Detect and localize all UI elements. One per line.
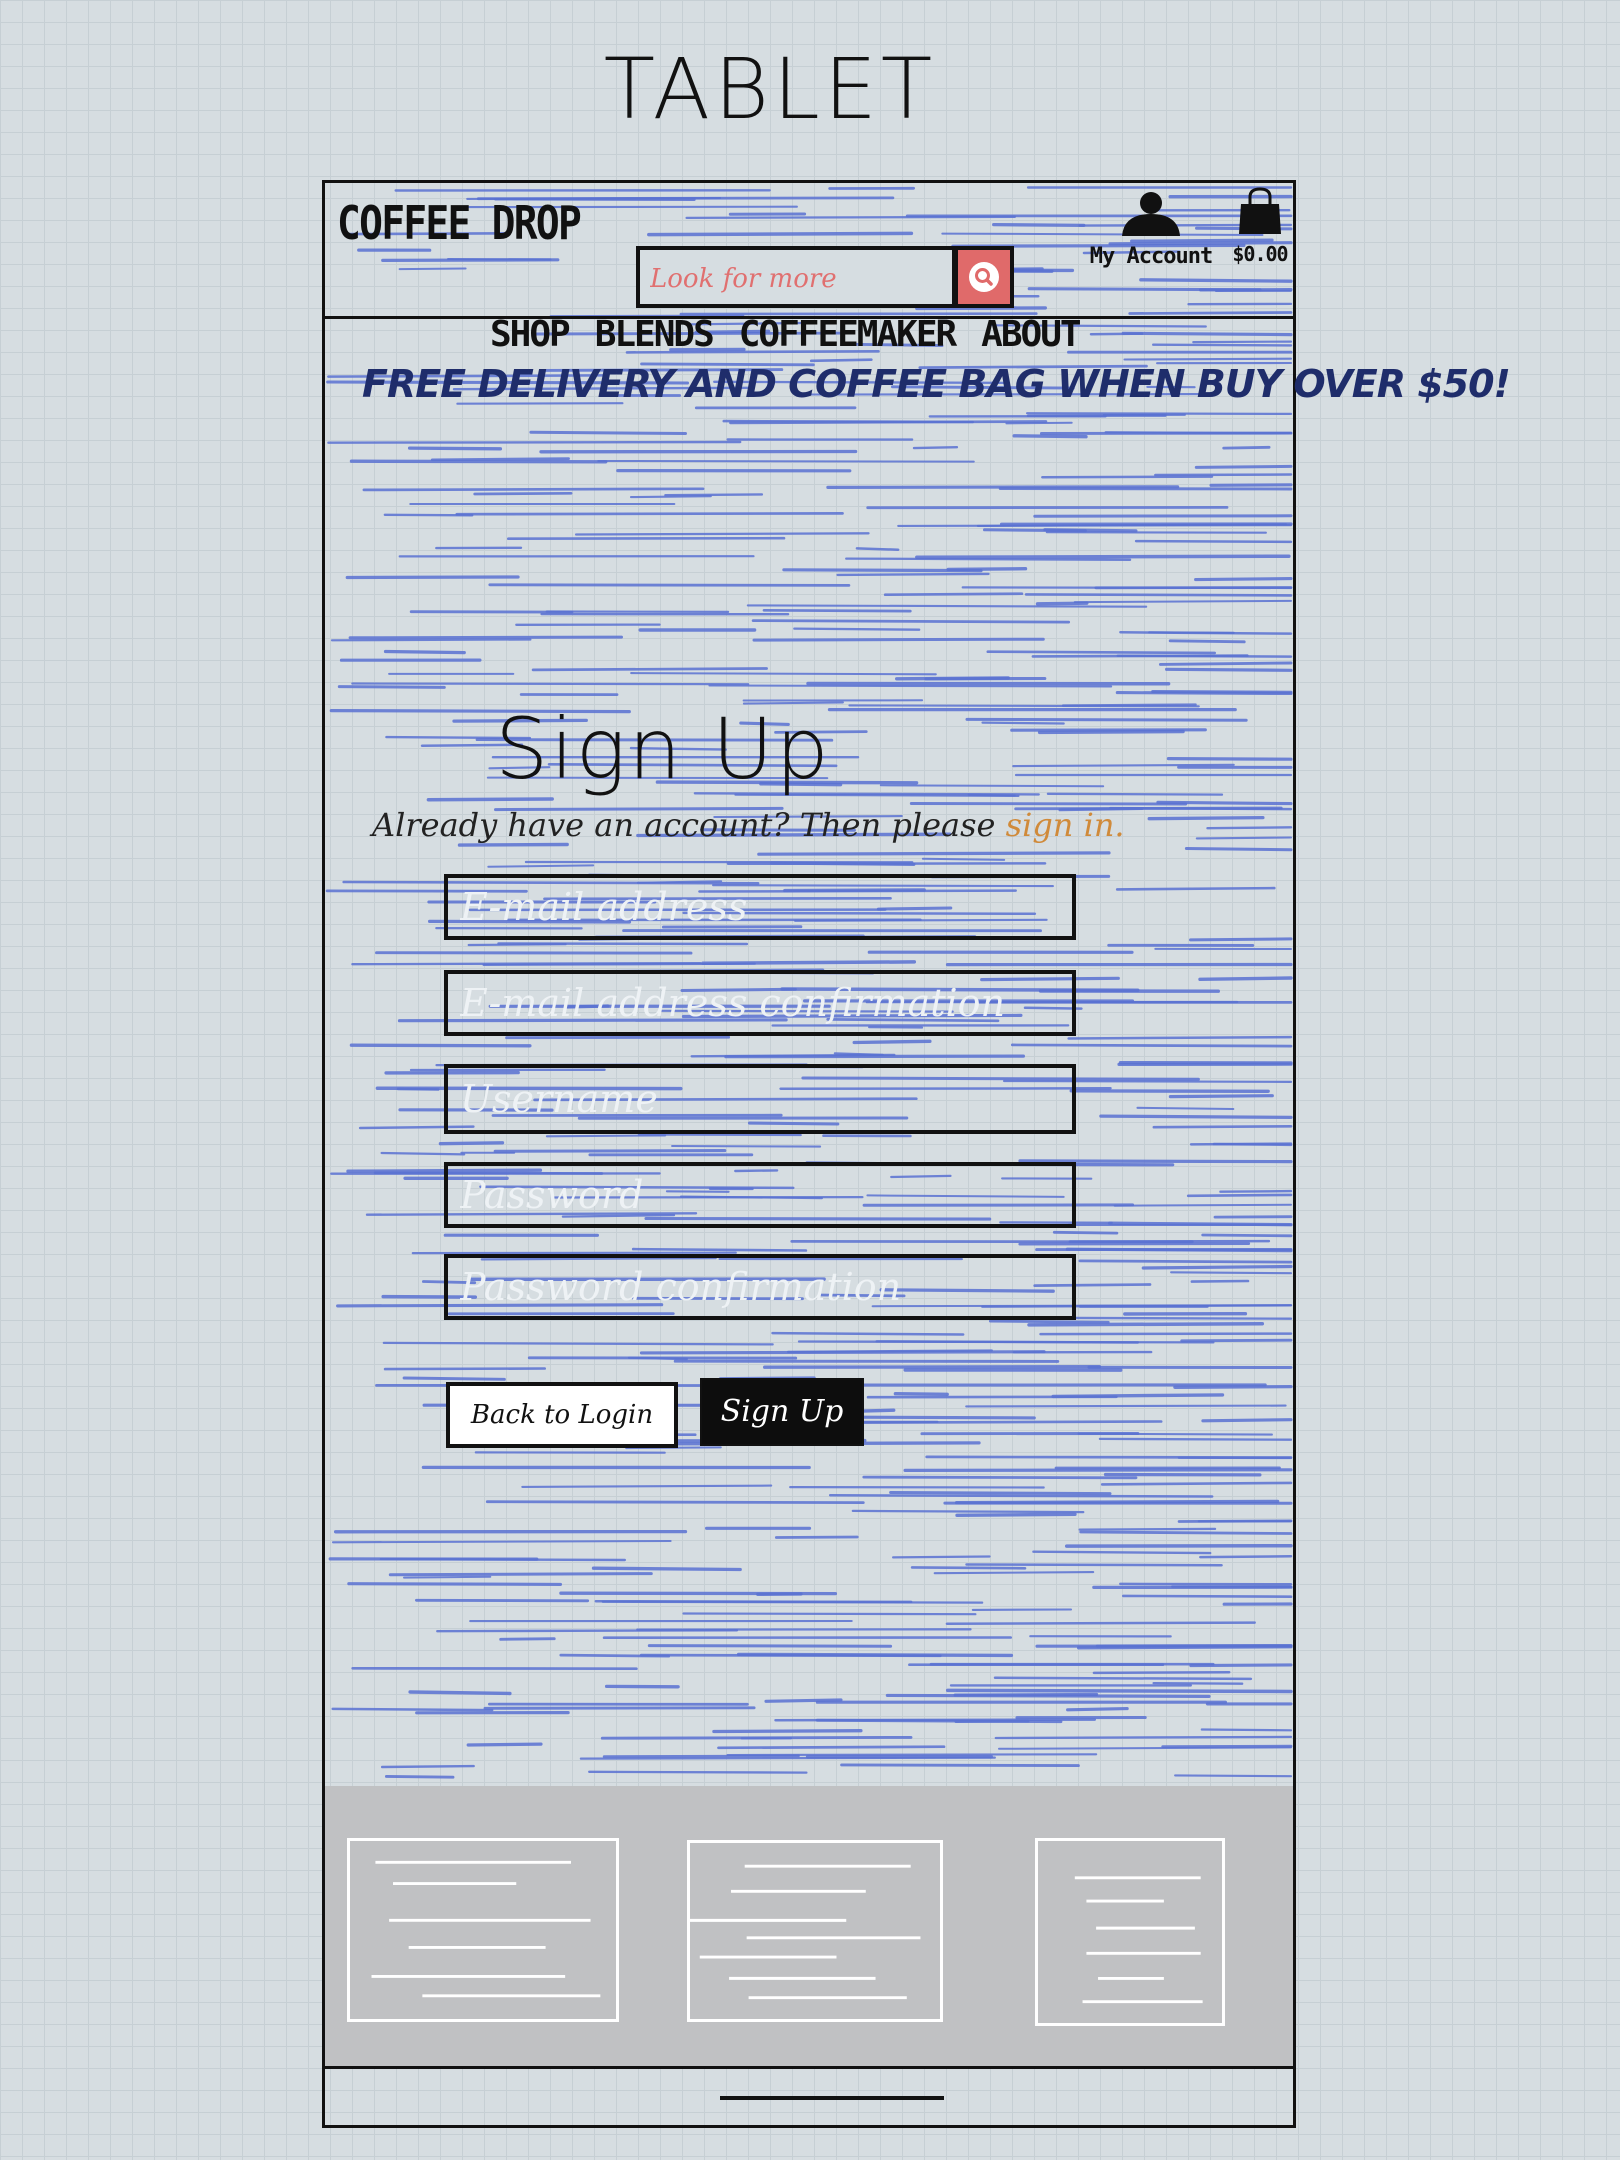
account-link[interactable]: My Account bbox=[1086, 190, 1216, 269]
email-confirm-field[interactable] bbox=[444, 970, 1076, 1036]
search-button[interactable] bbox=[954, 246, 1014, 308]
user-icon bbox=[1122, 192, 1180, 236]
footer bbox=[325, 1786, 1293, 2066]
password-input[interactable] bbox=[448, 1166, 1072, 1224]
nav-item-shop[interactable]: SHOP bbox=[490, 314, 571, 355]
promo-banner: FREE DELIVERY AND COFFEE BAG WHEN BUY OV… bbox=[362, 362, 1511, 406]
cart-link[interactable]: $0.00 bbox=[1230, 186, 1290, 266]
password-confirm-field[interactable] bbox=[444, 1254, 1076, 1320]
shopping-bag-icon bbox=[1239, 187, 1281, 234]
footer-column-1 bbox=[347, 1838, 619, 2022]
signin-link[interactable]: sign in. bbox=[1006, 806, 1125, 844]
footer-column-1-placeholder-lines bbox=[371, 1860, 601, 1998]
password-confirm-input[interactable] bbox=[448, 1258, 1072, 1316]
footer-column-2-placeholder-lines bbox=[690, 1864, 921, 2000]
search-input[interactable] bbox=[648, 258, 942, 300]
footer-divider bbox=[322, 2066, 1296, 2069]
sheet-title: TABLET bbox=[603, 40, 937, 138]
back-to-login-button[interactable]: Back to Login bbox=[446, 1382, 678, 1448]
main-nav: SHOP BLENDS COFFEEMAKER ABOUT bbox=[490, 314, 1082, 355]
password-field[interactable] bbox=[444, 1162, 1076, 1228]
signup-button[interactable]: Sign Up bbox=[700, 1378, 864, 1446]
nav-item-coffeemaker[interactable]: COFFEEMAKER bbox=[739, 314, 957, 355]
username-field[interactable] bbox=[444, 1064, 1076, 1134]
signin-prompt: Already have an account? Then please sig… bbox=[372, 806, 1125, 844]
footer-column-3-placeholder-lines bbox=[1074, 1876, 1203, 2004]
footer-column-3 bbox=[1035, 1838, 1225, 2026]
username-input[interactable] bbox=[448, 1068, 1072, 1130]
search-field[interactable] bbox=[636, 246, 956, 308]
signin-prompt-text: Already have an account? Then please bbox=[372, 806, 1006, 844]
nav-item-blends[interactable]: BLENDS bbox=[595, 314, 715, 355]
cart-total: $0.00 bbox=[1232, 242, 1288, 266]
nav-item-about[interactable]: ABOUT bbox=[981, 314, 1081, 355]
account-label: My Account bbox=[1089, 244, 1213, 269]
home-indicator bbox=[720, 2096, 944, 2100]
email-input[interactable] bbox=[448, 878, 1072, 936]
site-logo[interactable]: COFFEE DROP bbox=[337, 196, 582, 250]
search-icon bbox=[969, 262, 999, 292]
email-field[interactable] bbox=[444, 874, 1076, 940]
signup-heading: Sign Up bbox=[495, 700, 831, 798]
email-confirm-input[interactable] bbox=[448, 974, 1072, 1032]
footer-column-2 bbox=[687, 1840, 943, 2022]
